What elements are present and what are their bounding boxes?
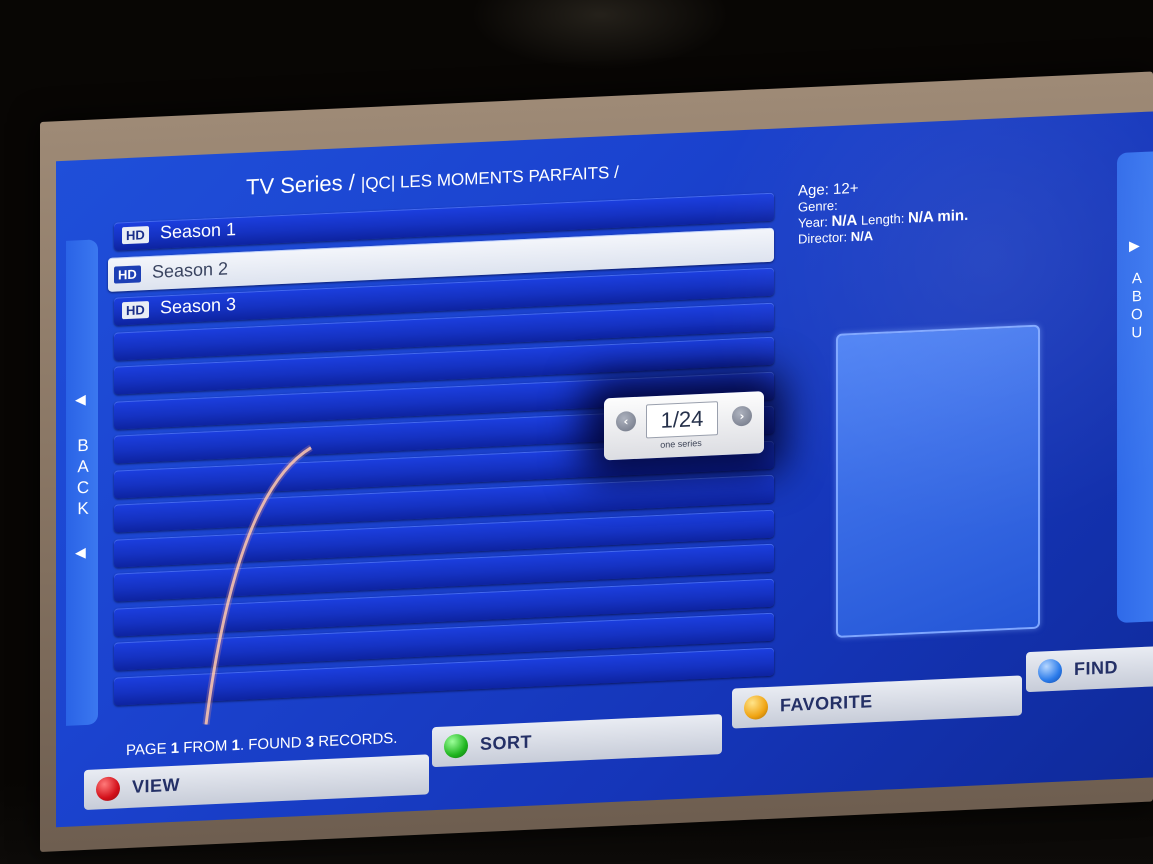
page-title: TV Series / |QC| LES MOMENTS PARFAITS / — [246, 158, 619, 201]
details-panel: Age: 12+ Genre: Year: N/A Length: N/A mi… — [798, 176, 968, 248]
season-label: Season 1 — [160, 219, 237, 243]
season-pager: ‹ 1/24 › one series — [604, 391, 764, 461]
sort-button[interactable]: SORT — [432, 714, 722, 768]
hd-badge: HD — [122, 301, 149, 320]
yellow-dot-icon — [744, 694, 768, 721]
view-button[interactable]: VIEW — [84, 754, 429, 811]
about-label: A B O U — [1131, 269, 1143, 342]
chevron-right-icon[interactable]: › — [732, 405, 752, 427]
poster-placeholder — [836, 324, 1040, 638]
section-title: TV Series / — [246, 169, 361, 200]
pager-caption: one series — [660, 437, 702, 450]
back-arrow-icon: ◀ — [75, 544, 86, 562]
hd-badge: HD — [114, 264, 141, 284]
tv-set: ◀ B A C K ◀ ▶ A B O U TV Series / |QC| L… — [40, 71, 1153, 852]
back-label: B A C K — [76, 435, 90, 519]
pager-value: 1/24 — [646, 401, 718, 439]
tv-screen: ◀ B A C K ◀ ▶ A B O U TV Series / |QC| L… — [56, 111, 1153, 828]
about-tab[interactable]: ▶ A B O U — [1117, 151, 1153, 624]
green-dot-icon — [444, 733, 468, 759]
about-arrow-icon: ▶ — [1129, 238, 1140, 255]
season-label: Season 3 — [160, 294, 237, 318]
season-label: Season 2 — [152, 257, 229, 282]
blue-dot-icon — [1038, 658, 1062, 684]
status-line: PAGE 1 FROM 1. FOUND 3 RECORDS. — [126, 729, 398, 760]
back-arrow-icon: ◀ — [75, 391, 86, 409]
find-button[interactable]: FIND — [1026, 645, 1153, 693]
red-dot-icon — [96, 776, 120, 802]
chevron-left-icon[interactable]: ‹ — [616, 410, 636, 432]
back-tab[interactable]: ◀ B A C K ◀ — [66, 239, 98, 726]
favorite-button[interactable]: FAVORITE — [732, 675, 1022, 729]
ambient-light — [470, 0, 730, 70]
series-title: |QC| LES MOMENTS PARFAITS / — [360, 162, 619, 194]
hd-badge: HD — [122, 226, 149, 245]
